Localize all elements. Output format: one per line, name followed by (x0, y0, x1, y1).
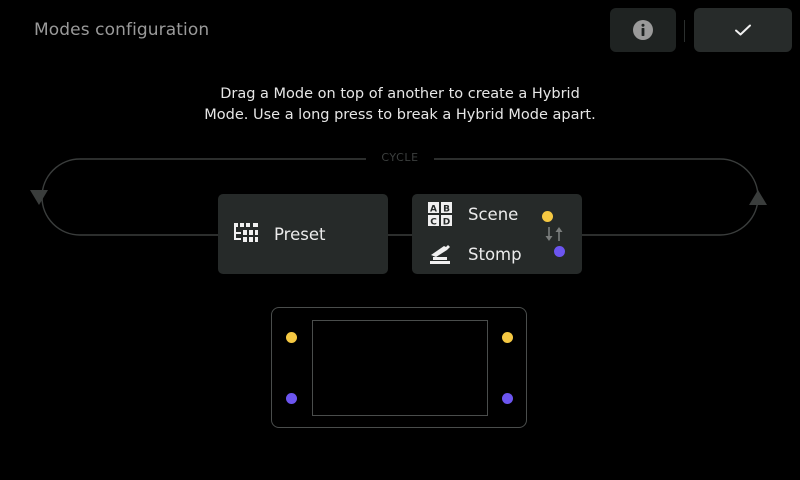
footswitch-top-left (286, 332, 297, 343)
stomp-footswitch-icon (427, 241, 453, 267)
scene-color-dot (542, 211, 553, 222)
mode-row-scene: A B C D Scene (427, 201, 518, 227)
device-preview (271, 307, 527, 428)
mode-label-stomp: Stomp (468, 244, 522, 264)
stomp-color-dot (554, 246, 565, 257)
mode-label-preset: Preset (274, 224, 326, 244)
mode-row-preset: Preset (233, 221, 325, 247)
mode-row-stomp: Stomp (427, 241, 522, 267)
footswitch-bottom-left (286, 393, 297, 404)
preset-icon (233, 221, 259, 247)
footswitch-top-right (502, 332, 513, 343)
device-screen (312, 320, 488, 416)
mode-label-scene: Scene (468, 204, 519, 224)
scene-abcd-icon: A B C D (427, 201, 453, 227)
cycle-arrow-up-icon (749, 190, 767, 205)
cycle-label: CYCLE (366, 151, 434, 164)
svg-text:B: B (443, 204, 450, 214)
swap-arrows-icon (545, 227, 563, 241)
footswitch-bottom-right (502, 393, 513, 404)
svg-text:D: D (443, 217, 450, 227)
svg-text:C: C (430, 217, 437, 227)
modes-configuration-screen: Modes configuration Drag a Mode on top o… (0, 0, 800, 480)
mode-card-hybrid-scene-stomp[interactable]: A B C D Scene Stomp (412, 194, 582, 274)
svg-text:A: A (430, 204, 437, 214)
mode-card-preset[interactable]: Preset (218, 194, 388, 274)
cycle-arrow-down-icon (30, 190, 48, 205)
